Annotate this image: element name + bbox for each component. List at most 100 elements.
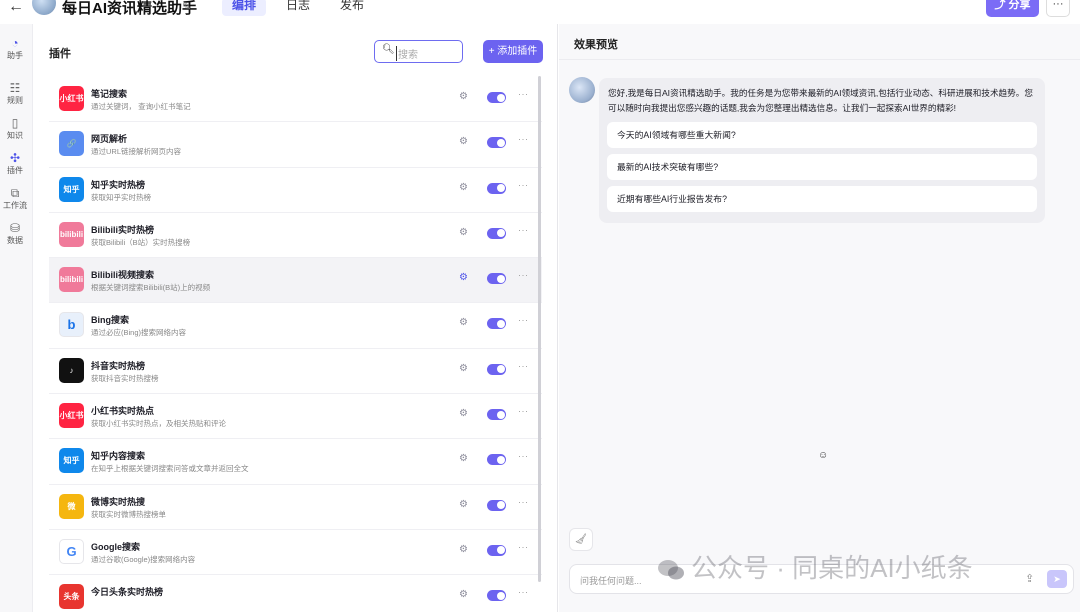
enable-toggle[interactable] bbox=[487, 590, 506, 602]
plugin-row[interactable]: 小红书 笔记搜索 通过关键词， 查询小红书笔记 ⚙ ··· bbox=[49, 77, 542, 123]
enable-toggle[interactable] bbox=[487, 363, 506, 375]
edit-icon[interactable]: ✎ bbox=[182, 0, 191, 13]
rules-icon: ☷ bbox=[9, 81, 21, 95]
plugin-row[interactable]: 知乎 知乎实时热榜 获取知乎实时热榜 ⚙ ··· bbox=[49, 168, 542, 213]
enable-toggle[interactable] bbox=[487, 318, 506, 330]
share-button[interactable]: ⤴ 分享 bbox=[986, 0, 1039, 17]
plugin-name: 今日头条实时热榜 bbox=[91, 587, 164, 598]
add-plugin-button[interactable]: + 添加插件 bbox=[483, 40, 543, 63]
send-button[interactable]: ➤ bbox=[1047, 570, 1067, 588]
enable-toggle[interactable] bbox=[487, 273, 506, 285]
tab-publish[interactable]: 发布 bbox=[330, 0, 374, 16]
rail-item-plugin[interactable]: ✣ 插件 bbox=[0, 151, 30, 176]
more-icon[interactable]: ··· bbox=[518, 451, 529, 461]
plugin-name: Google搜索 bbox=[91, 541, 140, 552]
plugin-row[interactable]: 知乎 知乎内容搜索 在知乎上根据关键词搜索问答或文章并返回全文 ⚙ ··· bbox=[49, 439, 542, 485]
plugin-name: 小红书实时热点 bbox=[91, 406, 155, 417]
gear-icon[interactable]: ⚙ bbox=[459, 363, 468, 374]
plugin-description: 通过必应(Bing)搜索网络内容 bbox=[91, 328, 187, 338]
more-icon[interactable]: ··· bbox=[518, 225, 529, 235]
plugin-row[interactable]: 微微博实时热搜 获取实时微博热搜榜单 ⚙ ··· bbox=[49, 485, 542, 530]
plugin-row[interactable]: 小红书 小红书实时热点 获取小红书实时热点，及相关热贴和评论 ⚙ ··· bbox=[49, 394, 542, 440]
gear-icon[interactable]: ⚙ bbox=[459, 499, 468, 510]
rail-item-assistant[interactable]: ◔ 助手 bbox=[0, 36, 30, 61]
enable-toggle[interactable] bbox=[487, 454, 506, 466]
rail-label: 规则 bbox=[7, 96, 23, 105]
upload-icon[interactable]: ⇪ bbox=[1025, 572, 1034, 585]
rail-label: 插件 bbox=[7, 166, 23, 175]
suggestion-item[interactable]: 近期有哪些AI行业报告发布? bbox=[607, 186, 1037, 212]
rail-item-rules[interactable]: ☷ 规则 bbox=[0, 81, 30, 106]
plugin-name: Bing搜索 bbox=[91, 315, 129, 326]
gear-icon[interactable]: ⚙ bbox=[459, 589, 468, 600]
more-icon[interactable]: ··· bbox=[518, 315, 529, 325]
plugin-row[interactable]: bilibili Bilibili实时热榜 获取Bilibili（B站）实时热搜榜 ⚙… bbox=[49, 213, 542, 259]
bot-avatar[interactable] bbox=[32, 0, 56, 15]
workflow-icon: ⧉ bbox=[10, 186, 20, 200]
enable-toggle[interactable] bbox=[487, 182, 506, 194]
enable-toggle[interactable] bbox=[487, 499, 506, 511]
gear-icon[interactable]: ⚙ bbox=[459, 182, 468, 193]
plugin-name: Bilibili实时热榜 bbox=[91, 224, 155, 235]
watermark-text: 公众号 · 同桌的AI小纸条 bbox=[691, 553, 973, 583]
greeting-text: 您好,我是每日AI资讯精选助手。我的任务是为您带来最新的AI领域资讯,包括行业动… bbox=[608, 88, 1033, 113]
share-label: 分享 bbox=[1008, 0, 1031, 11]
plugin-logo-icon: 微 bbox=[59, 493, 84, 519]
greeting-bubble: 您好,我是每日AI资讯精选助手。我的任务是为您带来最新的AI领域资讯,包括行业动… bbox=[599, 78, 1045, 223]
search-placeholder: 搜索 bbox=[396, 46, 418, 61]
plugin-description: 获取Bilibili（B站）实时热搜榜 bbox=[91, 237, 191, 247]
plugin-panel: 插件 🔍︎ 搜索 + 添加插件 小红书 笔记搜索 通过关键词， 查询小红书笔记 ⚙ ··… bbox=[33, 24, 558, 612]
scrollbar[interactable] bbox=[538, 76, 541, 582]
tab-arrange[interactable]: 编排 bbox=[222, 0, 267, 16]
clear-history-button[interactable]: 🧹︎ bbox=[569, 528, 593, 551]
rail-item-workflow[interactable]: ⧉ 工作流 bbox=[0, 186, 30, 211]
more-icon[interactable]: ··· bbox=[518, 180, 529, 190]
plugin-row[interactable]: bilibili Bilibili视频搜索 根据关键词搜索Bilibili(B站)上… bbox=[49, 258, 542, 304]
plugin-row[interactable]: G Google搜索 通过谷歌(Google)搜索网络内容 ⚙ ··· bbox=[49, 530, 542, 576]
plugin-row[interactable]: b Bing搜索通过必应(Bing)搜索网络内容 ⚙ ··· bbox=[49, 303, 542, 349]
search-input[interactable]: 🔍︎ 搜索 bbox=[374, 40, 463, 63]
plugin-list: 小红书 笔记搜索 通过关键词， 查询小红书笔记 ⚙ ··· 🔗 网页解析 通过URL链接解析网… bbox=[49, 77, 542, 612]
left-nav-rail: ◔ 助手 ☷ 规则 ▯ 知识 ✣ 插件 ⧉ 工作流 ⛁ 数据 bbox=[0, 24, 33, 612]
suggestion-item[interactable]: 最新的AI技术突破有哪些? bbox=[607, 154, 1037, 180]
enable-toggle[interactable] bbox=[487, 409, 506, 421]
plugin-row[interactable]: 🔗 网页解析 通过URL链接解析网页内容 ⚙ ··· bbox=[49, 122, 542, 168]
plugin-row[interactable]: 头条 今日头条实时热榜 ⚙ ··· bbox=[49, 575, 542, 612]
plugin-name: 微博实时热搜 bbox=[91, 496, 146, 507]
gear-icon[interactable]: ⚙ bbox=[459, 544, 468, 555]
plugin-description: 通过URL链接解析网页内容 bbox=[91, 147, 182, 157]
mode-tabs: 编排 日志 发布 bbox=[222, 0, 374, 16]
plugin-logo-icon: b bbox=[59, 312, 84, 338]
gear-icon[interactable]: ⚙ bbox=[459, 453, 468, 464]
gear-icon[interactable]: ⚙ bbox=[459, 408, 468, 419]
more-icon[interactable]: ··· bbox=[518, 542, 529, 552]
watermark: 公众号 · 同桌的AI小纸条 bbox=[657, 548, 973, 585]
gear-icon[interactable]: ⚙ bbox=[459, 317, 468, 328]
more-icon[interactable]: ··· bbox=[518, 270, 529, 280]
suggestion-item[interactable]: 今天的AI领域有哪些重大新闻? bbox=[607, 122, 1037, 148]
back-arrow-icon[interactable]: ← bbox=[8, 0, 24, 16]
tab-log[interactable]: 日志 bbox=[276, 0, 320, 16]
gear-icon[interactable]: ⚙ bbox=[459, 272, 468, 283]
gear-icon[interactable]: ⚙ bbox=[459, 91, 468, 102]
gear-icon[interactable]: ⚙ bbox=[459, 136, 468, 147]
rail-item-knowledge[interactable]: ▯ 知识 bbox=[0, 116, 30, 141]
rail-item-data[interactable]: ⛁ 数据 bbox=[0, 221, 30, 246]
more-icon[interactable]: ··· bbox=[518, 587, 529, 597]
more-icon[interactable]: ··· bbox=[518, 134, 529, 144]
gear-icon[interactable]: ⚙ bbox=[459, 227, 468, 238]
more-icon[interactable]: ··· bbox=[518, 89, 529, 99]
more-icon[interactable]: ··· bbox=[518, 361, 529, 371]
more-icon[interactable]: ··· bbox=[518, 406, 529, 416]
plugin-icon: ✣ bbox=[9, 151, 21, 165]
divider bbox=[559, 59, 1080, 60]
more-menu-button[interactable]: ··· bbox=[1046, 0, 1070, 17]
enable-toggle[interactable] bbox=[487, 227, 506, 239]
plugin-row[interactable]: ♪ 抖音实时热榜 获取抖音实时热搜榜 ⚙ ··· bbox=[49, 349, 542, 395]
enable-toggle[interactable] bbox=[487, 137, 506, 149]
enable-toggle[interactable] bbox=[487, 544, 506, 556]
enable-toggle[interactable] bbox=[487, 92, 506, 103]
more-icon[interactable]: ··· bbox=[518, 497, 529, 507]
plugin-logo-icon: 小红书 bbox=[59, 86, 84, 111]
plugin-name: 网页解析 bbox=[91, 134, 128, 145]
